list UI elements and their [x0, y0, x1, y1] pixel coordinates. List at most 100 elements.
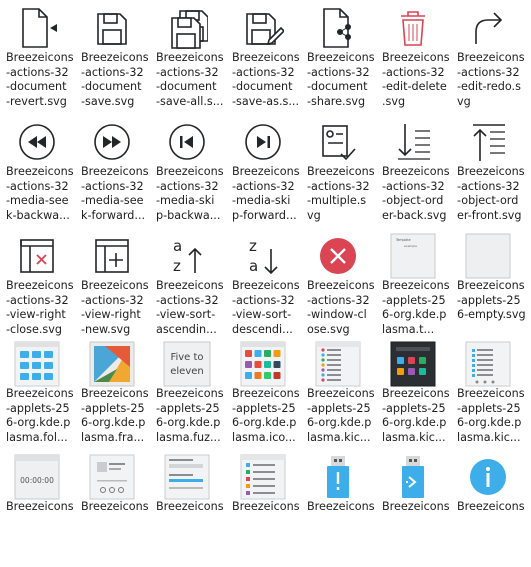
icon-tile[interactable]: Breezeicons -actions-32 -multiple.s vg: [301, 118, 376, 232]
file-name-label: Breezeicons: [457, 500, 525, 513]
media-skip-backward-icon: [162, 118, 212, 166]
icon-tile[interactable]: Breezeicons -actions-32 -object-ord er-b…: [376, 118, 451, 232]
icon-tile[interactable]: Breezeicons: [150, 453, 225, 567]
plasma-template-thumbnail-icon: Template example: [388, 232, 438, 280]
icon-tile[interactable]: Breezeicons -applets-25 6-empty.svg: [451, 232, 526, 346]
file-name-label: Breezeicons -applets-25 6-org.kde.p lasm…: [382, 279, 450, 336]
plasma-kickoff-thumbnail-icon: [313, 340, 363, 388]
icon-tile[interactable]: Breezeicons -actions-32 -view-right -clo…: [0, 232, 75, 346]
view-sort-descending-icon: za: [238, 232, 288, 280]
document-save-icon: [87, 4, 137, 52]
timer-thumbnail-icon: 00:00:00: [12, 453, 62, 501]
file-name-label: Breezeicons -applets-25 6-org.kde.p lasm…: [232, 387, 300, 444]
file-name-label: Breezeicons -applets-25 6-org.kde.p lasm…: [156, 387, 224, 444]
view-right-close-icon: [12, 232, 62, 280]
file-name-label: Breezeicons -actions-32 -window-cl ose.s…: [307, 279, 375, 336]
file-name-label: Breezeicons -actions-32 -document -save-…: [156, 51, 224, 108]
file-name-label: Breezeicons -actions-32 -media-ski p-bac…: [156, 165, 224, 222]
edit-redo-icon: [463, 4, 513, 52]
file-name-label: Breezeicons -applets-25 6-org.kde.p lasm…: [81, 387, 149, 444]
file-name-label: Breezeicons -applets-25 6-org.kde.p lasm…: [457, 387, 525, 444]
media-seek-forward-icon: [87, 118, 137, 166]
document-share-icon: [313, 4, 363, 52]
icon-tile[interactable]: Breezeicons -actions-32 -media-ski p-for…: [226, 118, 301, 232]
plasma-icontasks-thumbnail-icon: [238, 340, 288, 388]
icon-tile[interactable]: Breezeicons: [75, 453, 150, 567]
file-name-label: Breezeicons -actions-32 -edit-delete .sv…: [382, 51, 450, 108]
icon-tile[interactable]: Breezeicons -applets-25 6-org.kde.p lasm…: [75, 340, 150, 454]
document-save-all-icon: [162, 4, 212, 52]
icon-tile[interactable]: Breezeicons -actions-32 -document -save-…: [226, 4, 301, 118]
icon-grid: Breezeicons -actions-32 -document -rever…: [0, 0, 531, 517]
icon-tile[interactable]: Breezeicons -actions-32 -window-cl ose.s…: [301, 232, 376, 346]
icon-tile[interactable]: Breezeicons -applets-25 6-org.kde.p lasm…: [451, 340, 526, 454]
usb-share-icon: [388, 453, 438, 501]
plasma-folder-thumbnail-icon: [12, 340, 62, 388]
icon-tile[interactable]: Breezeicons -applets-25 6-org.kde.p lasm…: [0, 340, 75, 454]
icon-tile[interactable]: Breezeicons -actions-32 -edit-redo.s vg: [451, 4, 526, 118]
multiple-icon: [313, 118, 363, 166]
document-revert-icon: [12, 4, 62, 52]
icon-tile[interactable]: Breezeicons -actions-32 -document -save.…: [75, 4, 150, 118]
svg-text:example: example: [404, 244, 417, 248]
icon-tile[interactable]: Breezeicons: [226, 453, 301, 567]
media-skip-forward-icon: [238, 118, 288, 166]
file-name-label: Breezeicons -actions-32 -media-ski p-for…: [232, 165, 300, 222]
icon-tile[interactable]: z a Breezeicons -actions-32 -view-sort- de…: [226, 232, 301, 346]
info-icon: [463, 453, 513, 501]
icon-tile[interactable]: Breezeicons -applets-25 6-org.kde.p lasm…: [376, 340, 451, 454]
icon-tile[interactable]: Breezeicons -actions-32 -media-see k-bac…: [0, 118, 75, 232]
icon-tile[interactable]: Breezeicons -actions-32 -edit-delete .sv…: [376, 4, 451, 118]
usb-warning-icon: [313, 453, 363, 501]
icon-tile[interactable]: Breezeicons -actions-32 -media-ski p-bac…: [150, 118, 225, 232]
empty-applet-icon: [463, 232, 513, 280]
svg-text:eleven: eleven: [170, 366, 204, 377]
mediacontroller-thumbnail-icon: [87, 453, 137, 501]
view-sort-ascending-icon: az: [162, 232, 212, 280]
icon-tile[interactable]: Breezeicons -actions-32 -document -rever…: [0, 4, 75, 118]
svg-text:z: z: [173, 257, 181, 275]
file-name-label: Breezeicons: [232, 500, 300, 513]
icon-tile[interactable]: Five to eleven Breezeicons -applets-25 6-o…: [150, 340, 225, 454]
icon-tile[interactable]: Breezeicons: [376, 453, 451, 567]
icon-tile[interactable]: Breezeicons -actions-32 -object-ord er-f…: [451, 118, 526, 232]
file-name-label: Breezeicons -applets-25 6-empty.svg: [457, 279, 526, 321]
file-name-label: Breezeicons -actions-32 -view-sort- desc…: [232, 279, 300, 336]
file-name-label: Breezeicons: [307, 500, 375, 513]
settings-thumbnail-icon: [238, 453, 288, 501]
edit-delete-icon: [388, 4, 438, 52]
icon-tile[interactable]: a z Breezeicons -actions-32 -view-sort- as…: [150, 232, 225, 346]
file-name-label: Breezeicons -applets-25 6-org.kde.p lasm…: [307, 387, 375, 444]
file-name-label: Breezeicons -actions-32 -document -save-…: [232, 51, 300, 108]
icon-tile[interactable]: 00:00:00 Breezeicons: [0, 453, 75, 567]
icon-tile[interactable]: Breezeicons -applets-25 6-org.kde.p lasm…: [226, 340, 301, 454]
view-right-new-icon: [87, 232, 137, 280]
file-name-label: Breezeicons -actions-32 -view-sort- asce…: [156, 279, 224, 336]
icon-tile[interactable]: Breezeicons: [451, 453, 526, 567]
svg-text:Five to: Five to: [170, 352, 203, 363]
file-name-label: Breezeicons: [382, 500, 450, 513]
icon-tile[interactable]: Breezeicons -actions-32 -media-see k-for…: [75, 118, 150, 232]
file-name-label: Breezeicons -actions-32 -document -share…: [307, 51, 375, 108]
svg-text:Template: Template: [395, 238, 411, 242]
icon-tile[interactable]: Breezeicons -applets-25 6-org.kde.p lasm…: [301, 340, 376, 454]
file-name-label: Breezeicons -actions-32 -media-see k-for…: [81, 165, 149, 222]
file-name-label: Breezeicons -applets-25 6-org.kde.p lasm…: [6, 387, 74, 444]
icon-tile[interactable]: Breezeicons: [301, 453, 376, 567]
file-name-label: Breezeicons -actions-32 -edit-redo.s vg: [457, 51, 525, 108]
object-order-front-icon: [463, 118, 513, 166]
icon-tile[interactable]: Template example Breezeicons -applets-25 6…: [376, 232, 451, 346]
icon-tile[interactable]: Breezeicons -actions-32 -document -share…: [301, 4, 376, 118]
media-seek-backward-icon: [12, 118, 62, 166]
file-name-label: Breezeicons: [156, 500, 224, 513]
document-save-as-icon: [238, 4, 288, 52]
svg-text:a: a: [249, 257, 258, 275]
file-name-label: Breezeicons -actions-32 -document -rever…: [6, 51, 74, 108]
file-name-label: Breezeicons -actions-32 -media-see k-bac…: [6, 165, 74, 222]
svg-text:a: a: [173, 237, 182, 255]
window-close-icon: [313, 232, 363, 280]
icon-tile[interactable]: Breezeicons -actions-32 -view-right -new…: [75, 232, 150, 346]
icon-tile[interactable]: Breezeicons -actions-32 -document -save-…: [150, 4, 225, 118]
plasma-kicker-thumbnail-icon: [388, 340, 438, 388]
plasma-kickerdash-thumbnail-icon: [463, 340, 513, 388]
